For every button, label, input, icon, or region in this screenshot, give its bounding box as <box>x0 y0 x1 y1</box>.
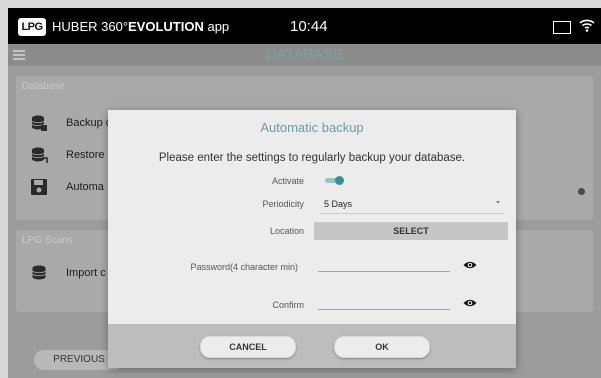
dialog-message: Please enter the settings to regularly b… <box>158 152 466 164</box>
ok-button[interactable]: OK <box>334 336 430 358</box>
status-clock: 10:44 <box>290 18 328 35</box>
card-heading: LPG Scans <box>22 235 73 246</box>
restore-label: Restore <box>66 149 105 161</box>
eye-icon[interactable] <box>463 298 477 308</box>
dialog-footer <box>108 324 516 368</box>
periodicity-select[interactable]: 5 Days <box>324 199 352 209</box>
app-area: DATABASE Database Backup d Restore Autom… <box>8 44 601 378</box>
database-import-icon <box>32 265 46 280</box>
automatic-backup-label: Automa <box>66 181 104 193</box>
status-bar: LPG HUBER 360°EVOLUTION app 10:44 <box>8 8 601 44</box>
automatic-backup-dialog: Automatic backup Please enter the settin… <box>108 110 516 368</box>
wifi-icon <box>579 19 595 32</box>
location-select-button[interactable]: SELECT <box>314 222 508 240</box>
confirm-input[interactable] <box>318 309 450 310</box>
top-bar: DATABASE <box>8 44 601 66</box>
cancel-button[interactable]: CANCEL <box>200 336 296 358</box>
app-name: HUBER 360°EVOLUTION app <box>52 19 230 34</box>
activate-toggle[interactable] <box>325 176 345 185</box>
device-screen: LPG HUBER 360°EVOLUTION app 10:44 DATABA… <box>8 8 601 378</box>
dialog-title: Automatic backup <box>260 120 364 135</box>
confirm-label: Confirm <box>272 300 304 310</box>
location-label: Location <box>269 226 304 236</box>
lpg-logo: LPG <box>18 18 46 36</box>
password-input[interactable] <box>318 271 450 272</box>
activate-label: Activate <box>271 176 304 186</box>
eye-icon[interactable] <box>463 260 477 270</box>
periodicity-underline <box>320 213 504 214</box>
database-restore-icon <box>31 147 48 163</box>
periodicity-label: Periodicity <box>262 199 304 209</box>
floppy-disk-icon <box>31 179 47 195</box>
backup-label: Backup d <box>66 117 112 129</box>
database-backup-icon <box>31 115 47 131</box>
dropdown-caret-icon[interactable] <box>496 201 500 204</box>
card-heading: Database <box>22 81 65 92</box>
page-title: DATABASE <box>265 46 344 63</box>
import-label: Import c <box>66 267 106 279</box>
automatic-backup-indicator[interactable] <box>578 188 585 195</box>
password-label: Password(4 character min) <box>190 262 298 272</box>
window-square-icon <box>553 21 571 34</box>
